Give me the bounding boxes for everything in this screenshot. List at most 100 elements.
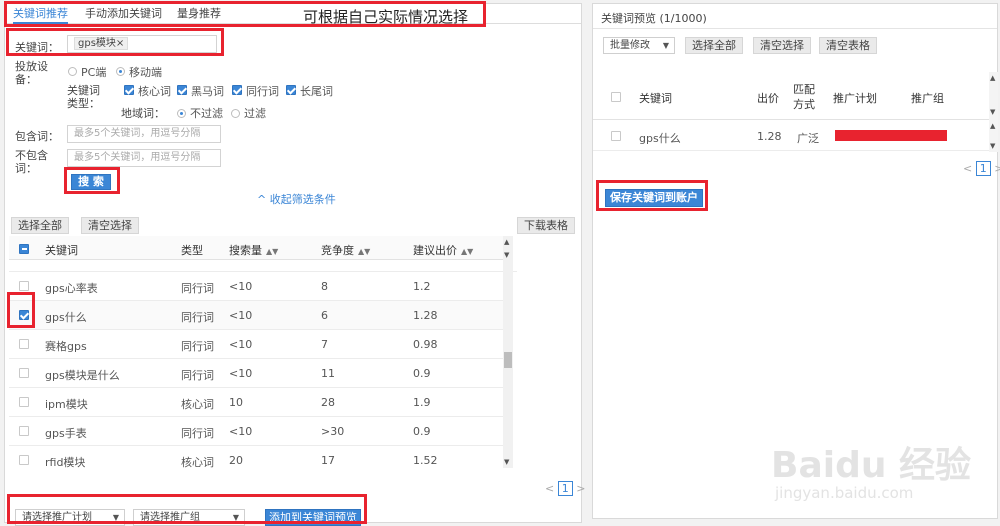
device-pc-radio[interactable] [68, 67, 77, 76]
col-competition[interactable]: 竞争度 ▲▼ [321, 242, 370, 258]
row-volume: 10 [229, 396, 243, 409]
scroll-down-icon[interactable]: ▼ [990, 142, 995, 150]
keyword-table: 关键词 类型 搜索量 ▲▼ 竞争度 ▲▼ 建议出价 ▲▼ gps心率表 同行词 <10 8 1… [9, 236, 517, 468]
keyword-input[interactable]: gps模块× [67, 35, 217, 53]
scroll-down-icon[interactable]: ▼ [990, 108, 995, 116]
group-select[interactable]: 请选择推广组 ▼ [133, 509, 245, 526]
left-pager: < 1 > [545, 481, 585, 496]
row-checkbox[interactable] [19, 310, 29, 320]
kwtype-core-checkbox[interactable] [124, 85, 134, 95]
row-checkbox[interactable] [19, 426, 29, 436]
preview-table-header: 关键词 出价 匹配方式 推广计划 推广组 [593, 72, 989, 120]
row-checkbox[interactable] [19, 339, 29, 349]
preview-row-match: 广泛 [797, 132, 819, 145]
plan-select[interactable]: 请选择推广计划 ▼ [15, 509, 125, 526]
row-competition: 7 [321, 338, 328, 351]
row-type: 同行词 [181, 282, 214, 295]
row-checkbox[interactable] [19, 455, 29, 465]
kwtype-core-label: 核心词 [138, 85, 171, 98]
keyword-tool-panel: 关键词推荐 手动添加关键词 量身推荐 可根据自己实际情况选择 关键词： gps模… [4, 3, 585, 526]
table-row[interactable]: gps手表 同行词 <10 >30 0.9 [9, 417, 503, 446]
table-row[interactable]: gps心率表 同行词 <10 8 1.2 [9, 272, 503, 301]
row-checkbox[interactable] [19, 368, 29, 378]
row-bid: 1.52 [413, 454, 438, 467]
clear-selection-button[interactable]: 清空选择 [81, 217, 139, 234]
tab-keyword-recommend[interactable]: 关键词推荐 [13, 4, 68, 24]
col-bid-label: 建议出价 [413, 244, 457, 257]
kwtype-darkhorse-checkbox[interactable] [177, 85, 187, 95]
search-button[interactable]: 搜 索 [71, 174, 111, 190]
kwtype-peer-checkbox[interactable] [232, 85, 242, 95]
preview-select-all-button[interactable]: 选择全部 [685, 37, 743, 54]
preview-clear-selection-button[interactable]: 清空选择 [753, 37, 811, 54]
page-number[interactable]: 1 [975, 161, 991, 176]
row-competition: 28 [321, 396, 335, 409]
save-to-account-button[interactable]: 保存关键词到账户 [605, 189, 703, 207]
col-keyword: 关键词 [45, 244, 78, 257]
region-filter-radio[interactable] [231, 109, 240, 118]
device-mobile-label: 移动端 [129, 66, 162, 79]
table-row[interactable]: ipm模块 核心词 10 28 1.9 [9, 388, 503, 417]
row-volume: <10 [229, 309, 253, 322]
row-checkbox[interactable] [19, 281, 29, 291]
close-icon[interactable]: × [116, 38, 124, 49]
scroll-up-icon[interactable]: ▲ [990, 122, 995, 130]
baidu-watermark: Baidu 经验 [771, 445, 972, 486]
row-volume: <10 [229, 425, 253, 438]
tab-manual-add[interactable]: 手动添加关键词 [85, 4, 162, 24]
row-bid: 0.9 [413, 367, 431, 380]
col-type: 类型 [181, 244, 203, 257]
col-bid[interactable]: 建议出价 ▲▼ [413, 242, 473, 258]
include-input[interactable]: 最多5个关键词，用逗号分隔 [67, 125, 221, 143]
keyword-tag-text: gps模块 [78, 38, 116, 49]
scroll-up-icon[interactable]: ▲ [990, 74, 995, 82]
download-table-button[interactable]: 下载表格 [517, 217, 575, 234]
collapse-filters-link[interactable]: ^ 收起筛选条件 [257, 191, 336, 207]
add-to-preview-button[interactable]: 添加到关键词预览 [265, 509, 361, 526]
row-volume: 20 [229, 454, 243, 467]
preview-pager: < 1 > [963, 161, 1000, 176]
scroll-down-icon[interactable]: ▼ [504, 458, 509, 466]
row-bid: 0.9 [413, 425, 431, 438]
preview-header-checkbox[interactable] [611, 92, 621, 102]
table-scrollbar[interactable]: ▲ ▼ ▼ [503, 236, 513, 468]
scroll-thumb[interactable] [504, 352, 512, 368]
next-page-icon[interactable]: > [994, 162, 1000, 175]
sort-icon: ▲▼ [461, 247, 474, 256]
next-page-icon[interactable]: > [576, 482, 585, 495]
row-keyword: gps手表 [45, 427, 87, 440]
row-keyword: gps心率表 [45, 282, 98, 295]
page-number[interactable]: 1 [557, 481, 573, 496]
select-all-button[interactable]: 选择全部 [11, 217, 69, 234]
table-row[interactable]: rfid模块 核心词 20 17 1.52 [9, 446, 503, 468]
row-type: 同行词 [181, 427, 214, 440]
row-volume: <10 [229, 280, 253, 293]
row-type: 核心词 [181, 456, 214, 468]
preview-row-checkbox[interactable] [611, 131, 621, 141]
header-checkbox[interactable] [19, 244, 29, 254]
collapse-filters-label: 收起筛选条件 [269, 193, 336, 206]
scroll-up-icon[interactable]: ▼ [504, 251, 509, 259]
preview-scrollbar[interactable]: ▲ ▼ ▲ ▼ [989, 72, 998, 152]
row-checkbox[interactable] [19, 397, 29, 407]
table-row[interactable]: gps模块是什么 同行词 <10 11 0.9 [9, 359, 503, 388]
row-keyword: ipm模块 [45, 398, 88, 411]
device-mobile-radio[interactable] [116, 67, 125, 76]
preview-col-bid: 出价 [757, 92, 779, 105]
table-header: 关键词 类型 搜索量 ▲▼ 竞争度 ▲▼ 建议出价 ▲▼ [9, 236, 507, 260]
exclude-input[interactable]: 最多5个关键词，用逗号分隔 [67, 149, 221, 167]
plan-select-label: 请选择推广计划 [22, 512, 92, 523]
prev-page-icon[interactable]: < [963, 162, 972, 175]
scroll-up-icon[interactable]: ▲ [504, 238, 509, 246]
table-row[interactable]: gps什么 同行词 <10 6 1.28 [9, 301, 503, 330]
preview-clear-table-button[interactable]: 清空表格 [819, 37, 877, 54]
tab-tailored[interactable]: 量身推荐 [177, 4, 221, 24]
table-row[interactable]: 赛格gps 同行词 <10 7 0.98 [9, 330, 503, 359]
prev-page-icon[interactable]: < [545, 482, 554, 495]
col-volume[interactable]: 搜索量 ▲▼ [229, 242, 278, 258]
kwtype-longtail-checkbox[interactable] [286, 85, 296, 95]
bulk-edit-select[interactable]: 批量修改 ▼ [603, 37, 675, 54]
region-nofilter-radio[interactable] [177, 109, 186, 118]
bulk-edit-label: 批量修改 [610, 40, 650, 51]
row-keyword: gps什么 [45, 311, 87, 324]
